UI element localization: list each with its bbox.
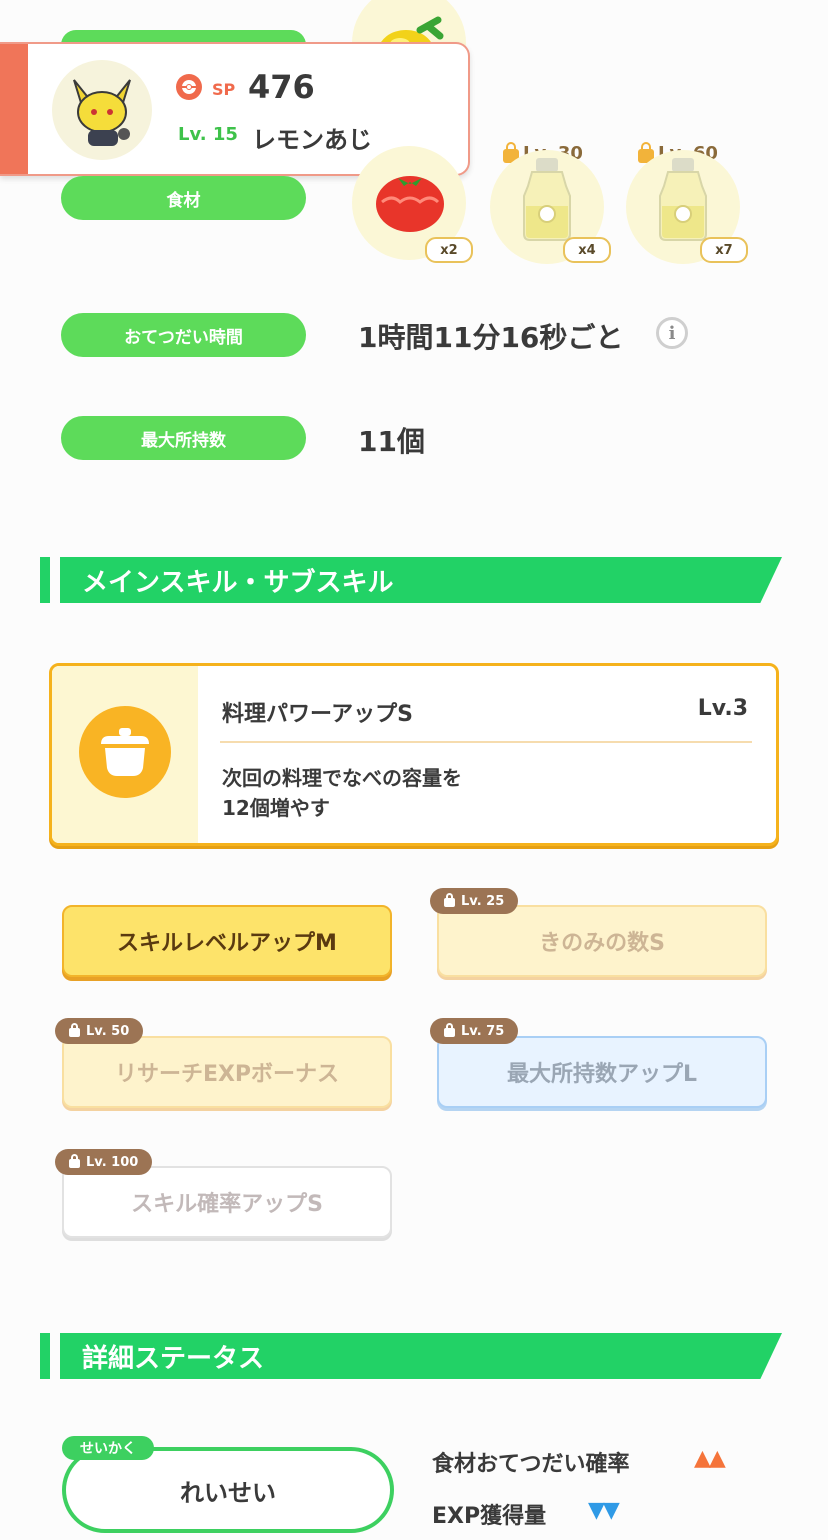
main-skill-desc-2: 12個増やす [222, 796, 330, 820]
shinx-avatar-icon [73, 79, 131, 146]
max-carry-value: 11個 [358, 425, 425, 458]
stat-down-arrows: ▼▼ [588, 1498, 620, 1523]
sub-skill-5-lock-level: Lv. 100 [86, 1154, 139, 1170]
skills-section-header: メインスキル・サブスキル [40, 557, 782, 603]
nature-tag: せいかく [62, 1436, 154, 1460]
ingredient-qty-1: x2 [425, 237, 473, 263]
sub-skill-2-lock-tag: Lv. 25 [430, 888, 519, 914]
sub-skill-4[interactable]: 最大所持数アップL [437, 1036, 767, 1108]
nature-value: れいせい [180, 1478, 276, 1507]
oil-bottle-icon [523, 158, 571, 241]
info-icon[interactable]: i [656, 317, 688, 349]
pot-icon [79, 706, 171, 798]
divider [220, 741, 752, 743]
lock-icon [69, 1154, 80, 1168]
sub-skill-5-lock-tag: Lv. 100 [55, 1149, 153, 1175]
sub-skill-2[interactable]: きのみの数S [437, 905, 767, 977]
sub-skill-4-lock-tag: Lv. 75 [430, 1018, 519, 1044]
details-section-title: 詳細ステータス [60, 1333, 782, 1379]
sp-value: 476 [248, 68, 315, 106]
sp-label: SP [212, 80, 236, 99]
skills-section-title: メインスキル・サブスキル [60, 557, 782, 603]
tomato-icon [376, 176, 444, 232]
stat-down-label: EXP獲得量 [432, 1504, 547, 1529]
main-skill-level: Lv.3 [697, 696, 748, 721]
help-time-label: おてつだい時間 [61, 313, 306, 357]
sp-icon [176, 74, 202, 100]
sub-skill-5[interactable]: スキル確率アップS [62, 1166, 392, 1238]
sub-skill-3-lock-level: Lv. 50 [86, 1023, 130, 1039]
main-skill-desc-1: 次回の料理でなべの容量を [222, 766, 462, 790]
main-skill-name: 料理パワーアップS [222, 702, 413, 727]
lock-icon [444, 1023, 455, 1037]
sub-skill-3[interactable]: リサーチEXPボーナス [62, 1036, 392, 1108]
ingredient-qty-2: x4 [563, 237, 611, 263]
lock-icon [69, 1023, 80, 1037]
pokemon-name: レモンあじ [252, 126, 372, 154]
ingredients-label: 食材 [61, 176, 306, 220]
details-section-header: 詳細ステータス [40, 1333, 782, 1379]
stat-up-arrows: ▲▲ [694, 1446, 726, 1471]
level-label: Lv. 15 [178, 124, 238, 145]
sub-skill-2-lock-level: Lv. 25 [461, 893, 505, 909]
ingredient-qty-3: x7 [700, 237, 748, 263]
sub-skill-3-lock-tag: Lv. 50 [55, 1018, 144, 1044]
help-time-value: 1時間11分16秒ごと [358, 321, 624, 354]
main-skill-card[interactable]: 料理パワーアップS Lv.3 次回の料理でなべの容量を 12個増やす [49, 663, 779, 846]
oil-bottle-icon [659, 158, 707, 241]
sub-skill-4-lock-level: Lv. 75 [461, 1023, 505, 1039]
stat-up-label: 食材おてつだい確率 [432, 1452, 630, 1477]
lock-icon [444, 893, 455, 907]
max-carry-label: 最大所持数 [61, 416, 306, 460]
avatar [52, 60, 152, 160]
sub-skill-1[interactable]: スキルレベルアップM [62, 905, 392, 977]
card-accent-stripe [0, 44, 28, 174]
